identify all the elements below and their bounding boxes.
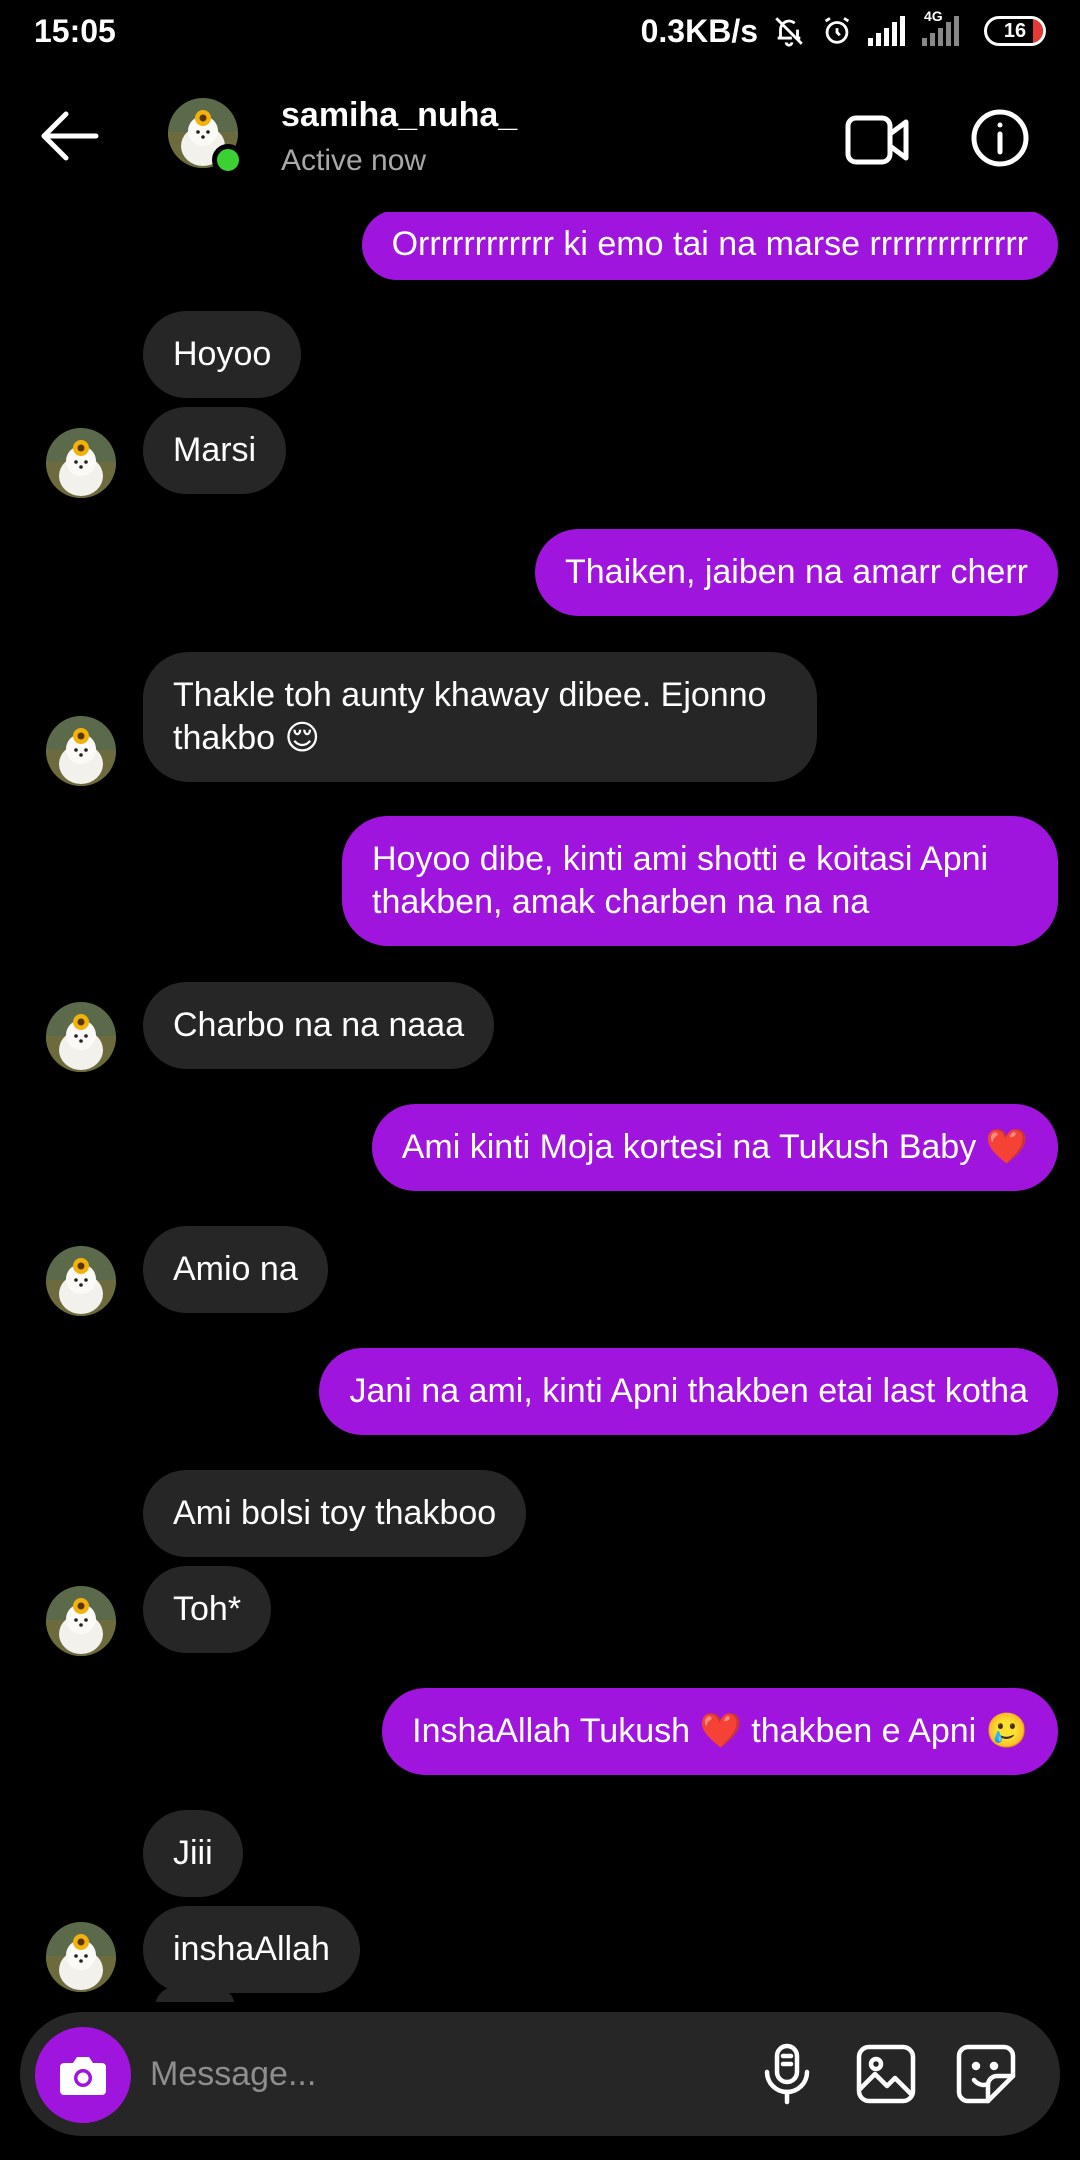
status-bar: 15:05 0.3KB/s 4G 16 (0, 0, 1080, 62)
battery-level: 16 (1003, 19, 1027, 42)
video-camera-icon (845, 115, 909, 165)
gallery-button[interactable] (854, 2042, 918, 2106)
sent-message[interactable]: Thaiken, jaiben na amarr cherr (534, 529, 1058, 616)
status-time: 15:05 (34, 12, 116, 49)
received-message[interactable]: Toh* (143, 1566, 272, 1653)
received-message[interactable]: Marsi (143, 407, 287, 494)
microphone-button[interactable] (755, 2042, 819, 2106)
received-message[interactable]: Amio na (143, 1226, 328, 1313)
back-button[interactable] (38, 106, 102, 166)
network-type: 4G (924, 8, 943, 24)
active-status: Active now (281, 144, 427, 177)
chat-screen: 15:05 0.3KB/s 4G 16 samiha_nuha_ Active … (0, 0, 1080, 2160)
sender-avatar[interactable] (46, 1246, 116, 1316)
battery-icon: 16 (984, 16, 1046, 46)
arrow-left-icon (41, 111, 99, 161)
mute-icon (772, 14, 806, 48)
received-message[interactable]: inshaAllah (143, 1906, 360, 1993)
info-icon (971, 109, 1029, 167)
contact-username[interactable]: samiha_nuha_ (281, 96, 517, 135)
sent-message[interactable]: Hoyoo dibe, kinti ami shotti e koitasi A… (342, 816, 1058, 946)
received-message[interactable]: Jiii (143, 1810, 243, 1897)
camera-icon (60, 2057, 106, 2095)
received-message[interactable]: Thakle toh aunty khaway dibee. Ejonno th… (143, 652, 817, 782)
sent-message[interactable]: Orrrrrrrrrrrr ki emo tai na marse rrrrrr… (361, 212, 1058, 280)
chat-header: samiha_nuha_ Active now (0, 62, 1080, 212)
message-composer (20, 2012, 1060, 2136)
message-input[interactable] (150, 2044, 730, 2104)
info-button[interactable] (970, 108, 1030, 168)
sender-avatar[interactable] (46, 1586, 116, 1656)
video-call-button[interactable] (845, 112, 909, 168)
received-message[interactable]: Charbo na na naaa (143, 982, 495, 1069)
online-status-dot (212, 144, 244, 176)
message-thread[interactable]: Orrrrrrrrrrrr ki emo tai na marse rrrrrr… (0, 212, 1080, 2002)
sent-message[interactable]: Jani na ami, kinti Apni thakben etai las… (319, 1348, 1058, 1435)
sticker-icon (956, 2044, 1016, 2104)
received-message[interactable]: Hoyoo (143, 311, 302, 398)
camera-button[interactable] (35, 2027, 131, 2123)
signal-icon (868, 16, 908, 46)
microphone-icon (764, 2043, 810, 2105)
gallery-icon (856, 2044, 916, 2104)
sender-avatar[interactable] (46, 716, 116, 786)
sender-avatar[interactable] (46, 1922, 116, 1992)
sent-message[interactable]: InshaAllah Tukush ❤️ thakben e Apni 🥲 (382, 1688, 1058, 1775)
network-speed: 0.3KB/s (640, 12, 758, 49)
received-message[interactable]: Ami bolsi toy thakboo (143, 1470, 527, 1557)
sent-message[interactable]: Ami kinti Moja kortesi na Tukush Baby ❤️ (371, 1104, 1058, 1191)
sender-avatar[interactable] (46, 1002, 116, 1072)
status-icons: 0.3KB/s 4G 16 (640, 8, 1046, 50)
sender-avatar[interactable] (46, 428, 116, 498)
alarm-icon (820, 14, 854, 48)
sticker-button[interactable] (954, 2042, 1018, 2106)
heart-reaction-icon[interactable]: ❤ (155, 1987, 235, 2002)
signal-4g-icon: 4G (922, 8, 970, 46)
